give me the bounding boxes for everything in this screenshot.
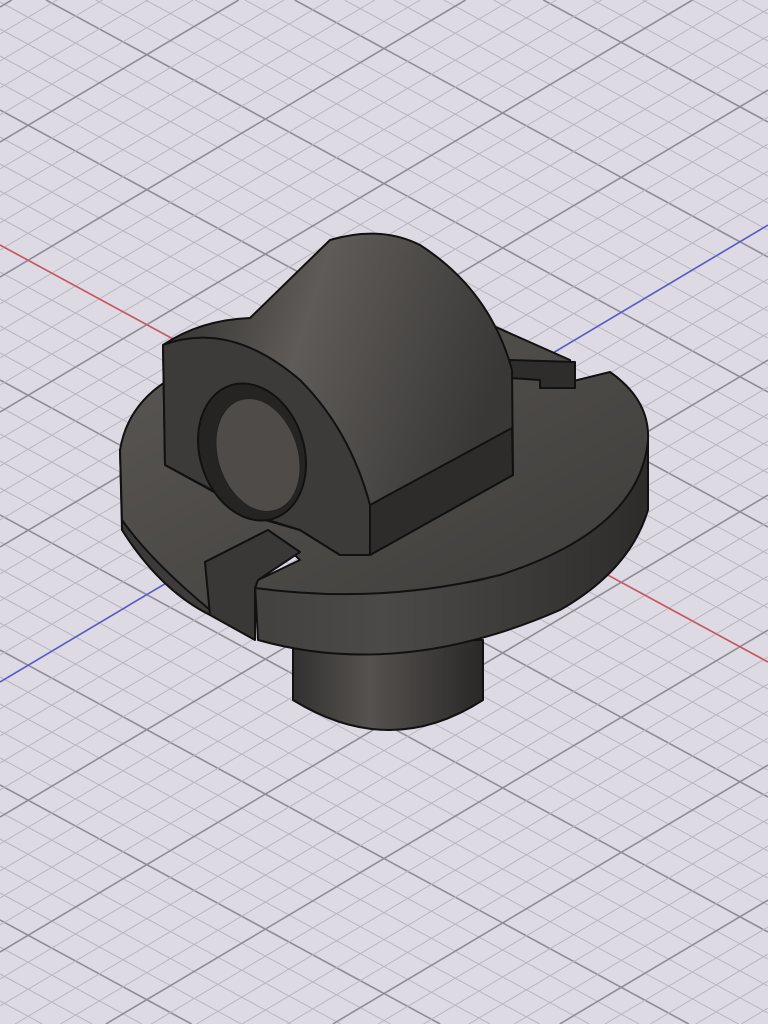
grid-minor-line	[650, 953, 768, 1024]
grid-major-line	[332, 764, 768, 1024]
grid-minor-line	[393, 0, 768, 204]
grid-minor-line	[0, 0, 557, 332]
grid-minor-line	[196, 683, 768, 1024]
grid-minor-line	[695, 980, 768, 1024]
grid-minor-line	[0, 0, 376, 224]
scene-canvas[interactable]	[0, 0, 768, 1024]
part-model[interactable]	[119, 232, 650, 731]
grid-minor-line	[0, 0, 103, 62]
grid-minor-line	[592, 0, 768, 96]
grid-minor-line	[740, 1007, 768, 1024]
grid-minor-line	[0, 703, 590, 1024]
grid-major-line	[542, 0, 768, 123]
grid-minor-line	[244, 0, 768, 285]
grid-minor-line	[443, 0, 768, 177]
grid-minor-line	[493, 0, 768, 150]
grid-minor-line	[287, 737, 768, 1024]
grid-minor-line	[0, 757, 491, 1024]
grid-minor-line	[0, 0, 421, 251]
grid-minor-line	[423, 818, 768, 1024]
grid-minor-line	[0, 892, 242, 1024]
grid-minor-line	[241, 710, 768, 1024]
cad-3d-viewport[interactable]	[0, 0, 768, 1024]
grid-minor-line	[0, 0, 330, 197]
grid-major-line	[559, 899, 768, 1024]
grid-minor-line	[194, 0, 768, 312]
grid-major-line	[294, 0, 768, 258]
grid-minor-line	[642, 0, 768, 69]
grid-minor-line	[0, 973, 93, 1024]
